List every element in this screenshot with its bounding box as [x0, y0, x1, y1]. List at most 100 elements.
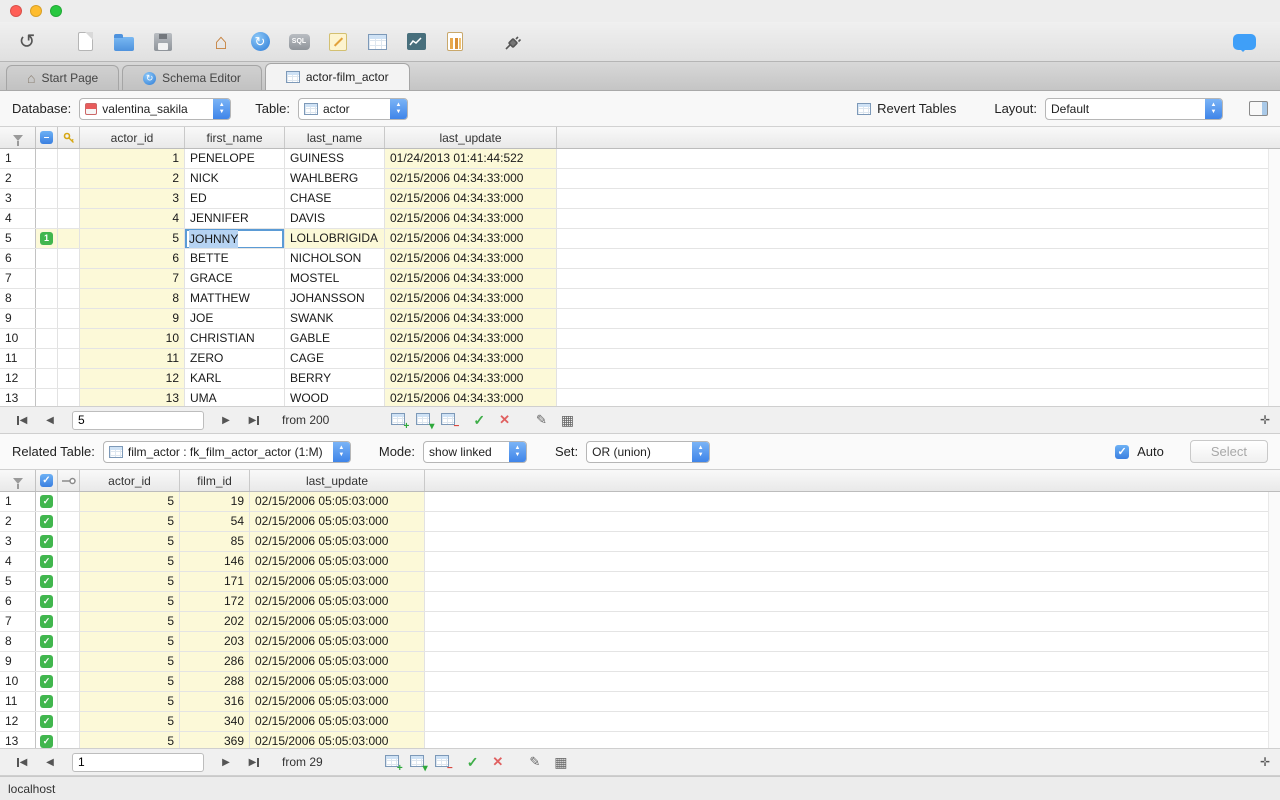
column-header-last-update[interactable]: last_update	[250, 470, 425, 491]
form-view-button[interactable]: ▦	[561, 412, 574, 429]
refresh-records-button[interactable]: ▾	[410, 755, 424, 770]
first-record-button[interactable]: ◀	[10, 410, 34, 430]
tab-schema-editor[interactable]: ↻ Schema Editor	[122, 65, 262, 90]
accept-changes-button[interactable]: ✓	[473, 412, 485, 429]
row-select-cell[interactable]	[36, 209, 58, 228]
filter-header-cell[interactable]	[0, 470, 36, 491]
column-header-actor-id[interactable]: actor_id	[80, 127, 185, 148]
table-row[interactable]: 3 ✓ 5 85 02/15/2006 05:05:03:000	[0, 532, 1280, 552]
tab-start-page[interactable]: ⌂ Start Page	[6, 65, 119, 90]
tab-actor-film-actor[interactable]: actor-film_actor	[265, 63, 410, 90]
row-select-cell[interactable]	[36, 289, 58, 308]
table-row[interactable]: 9 9 JOE SWANK 02/15/2006 04:34:33:000	[0, 309, 1280, 329]
chart-button[interactable]	[403, 29, 429, 55]
schema-editor-button[interactable]: ↻	[247, 29, 273, 55]
table-row[interactable]: 7 7 GRACE MOSTEL 02/15/2006 04:34:33:000	[0, 269, 1280, 289]
table-row[interactable]: 10 10 CHRISTIAN GABLE 02/15/2006 04:34:3…	[0, 329, 1280, 349]
table-select[interactable]: actor ▲▼	[298, 98, 408, 120]
delete-record-button[interactable]: −	[441, 413, 455, 428]
table-row[interactable]: 10 ✓ 5 288 02/15/2006 05:05:03:000	[0, 672, 1280, 692]
form-view-button[interactable]: ▦	[554, 754, 567, 771]
table-row[interactable]: 4 4 JENNIFER DAVIS 02/15/2006 04:34:33:0…	[0, 209, 1280, 229]
row-select-cell[interactable]	[36, 329, 58, 348]
record-position-input[interactable]	[72, 411, 204, 430]
auto-checkbox[interactable]: ✓	[1115, 445, 1129, 459]
row-select-cell[interactable]	[36, 249, 58, 268]
zoom-window-button[interactable]	[50, 5, 62, 17]
table-row[interactable]: 1 ✓ 5 19 02/15/2006 05:05:03:000	[0, 492, 1280, 512]
feedback-chat-icon[interactable]	[1233, 34, 1256, 50]
edit-record-button[interactable]: ✎	[536, 412, 547, 428]
row-linked-cell[interactable]: ✓	[36, 692, 58, 711]
report-button[interactable]	[442, 29, 468, 55]
save-button[interactable]	[150, 29, 176, 55]
row-linked-cell[interactable]: ✓	[36, 492, 58, 511]
row-linked-cell[interactable]: ✓	[36, 532, 58, 551]
row-linked-cell[interactable]: ✓	[36, 712, 58, 731]
vertical-scrollbar[interactable]	[1268, 492, 1280, 748]
row-select-cell[interactable]: 1	[36, 229, 58, 248]
first-name-cell[interactable]: BETTE	[185, 249, 285, 268]
row-linked-cell[interactable]: ✓	[36, 552, 58, 571]
row-select-cell[interactable]	[36, 149, 58, 168]
first-name-cell[interactable]: CHRISTIAN	[185, 329, 285, 348]
accept-changes-button[interactable]: ✓	[467, 754, 479, 771]
vertical-scrollbar[interactable]	[1268, 149, 1280, 406]
row-linked-cell[interactable]: ✓	[36, 612, 58, 631]
table-row[interactable]: 13 13 UMA WOOD 02/15/2006 04:34:33:000	[0, 389, 1280, 406]
next-record-button[interactable]: ▶	[214, 410, 238, 430]
first-record-button[interactable]: ◀	[10, 752, 34, 772]
undo-button[interactable]: ↺	[14, 29, 40, 55]
table-row[interactable]: 7 ✓ 5 202 02/15/2006 05:05:03:000	[0, 612, 1280, 632]
table-row[interactable]: 11 ✓ 5 316 02/15/2006 05:05:03:000	[0, 692, 1280, 712]
row-select-cell[interactable]	[36, 189, 58, 208]
table-row[interactable]: 11 11 ZERO CAGE 02/15/2006 04:34:33:000	[0, 349, 1280, 369]
row-select-cell[interactable]	[36, 269, 58, 288]
select-button[interactable]: Select	[1190, 440, 1268, 463]
minimize-window-button[interactable]	[30, 5, 42, 17]
related-table-select[interactable]: film_actor : fk_film_actor_actor (1:M) ▲…	[103, 441, 351, 463]
first-name-cell[interactable]: JENNIFER	[185, 209, 285, 228]
row-linked-cell[interactable]: ✓	[36, 592, 58, 611]
last-record-button[interactable]: ▶	[242, 752, 266, 772]
discard-changes-button[interactable]: ✕	[499, 412, 510, 428]
row-linked-cell[interactable]: ✓	[36, 572, 58, 591]
database-select[interactable]: valentina_sakila ▲▼	[79, 98, 231, 120]
table-row[interactable]: 12 12 KARL BERRY 02/15/2006 04:34:33:000	[0, 369, 1280, 389]
first-name-cell[interactable]: PENELOPE	[185, 149, 285, 168]
first-name-cell[interactable]: JOE	[185, 309, 285, 328]
table-row[interactable]: 8 ✓ 5 203 02/15/2006 05:05:03:000	[0, 632, 1280, 652]
row-linked-cell[interactable]: ✓	[36, 652, 58, 671]
column-header-film-id[interactable]: film_id	[180, 470, 250, 491]
layout-select[interactable]: Default ▲▼	[1045, 98, 1223, 120]
filter-header-cell[interactable]	[0, 127, 36, 148]
prev-record-button[interactable]: ◀	[38, 410, 62, 430]
table-row[interactable]: 8 8 MATTHEW JOHANSSON 02/15/2006 04:34:3…	[0, 289, 1280, 309]
first-name-cell[interactable]: KARL	[185, 369, 285, 388]
row-select-cell[interactable]	[36, 369, 58, 388]
table-row[interactable]: 1 1 PENELOPE GUINESS 01/24/2013 01:41:44…	[0, 149, 1280, 169]
splitter-handle[interactable]: ✛	[1260, 413, 1270, 427]
table-row[interactable]: 2 ✓ 5 54 02/15/2006 05:05:03:000	[0, 512, 1280, 532]
row-select-cell[interactable]	[36, 349, 58, 368]
first-name-cell[interactable]: JOHNNY	[185, 229, 285, 248]
mode-select[interactable]: show linked ▲▼	[423, 441, 527, 463]
start-page-button[interactable]: ⌂	[208, 29, 234, 55]
first-name-cell[interactable]: MATTHEW	[185, 289, 285, 308]
last-record-button[interactable]: ▶	[242, 410, 266, 430]
row-linked-cell[interactable]: ✓	[36, 672, 58, 691]
connection-button[interactable]	[500, 29, 526, 55]
sql-editor-button[interactable]: SQL	[286, 29, 312, 55]
discard-changes-button[interactable]: ✕	[492, 754, 503, 770]
table-row[interactable]: 4 ✓ 5 146 02/15/2006 05:05:03:000	[0, 552, 1280, 572]
set-select[interactable]: OR (union) ▲▼	[586, 441, 710, 463]
row-select-cell[interactable]	[36, 309, 58, 328]
table-row[interactable]: 13 ✓ 5 369 02/15/2006 05:05:03:000	[0, 732, 1280, 748]
close-window-button[interactable]	[10, 5, 22, 17]
prev-record-button[interactable]: ◀	[38, 752, 62, 772]
first-name-cell[interactable]: UMA	[185, 389, 285, 406]
data-editor-button[interactable]	[364, 29, 390, 55]
row-linked-cell[interactable]: ✓	[36, 512, 58, 531]
row-linked-cell[interactable]: ✓	[36, 732, 58, 748]
table-row[interactable]: 6 6 BETTE NICHOLSON 02/15/2006 04:34:33:…	[0, 249, 1280, 269]
